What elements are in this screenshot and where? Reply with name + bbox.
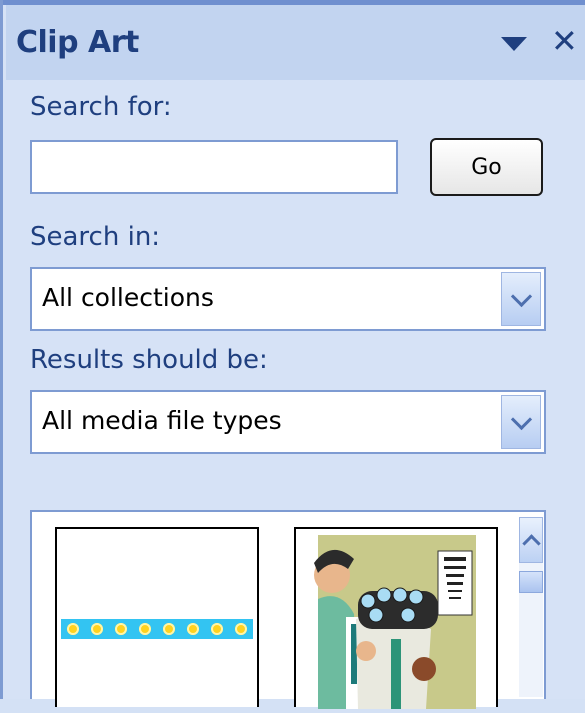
close-icon[interactable]: ✕ [551, 25, 578, 57]
search-in-dropdown[interactable]: All collections [30, 267, 546, 331]
pane-header: Clip Art ✕ [6, 5, 585, 80]
chevron-down-icon [510, 408, 532, 430]
triangle-down-icon[interactable] [501, 37, 527, 51]
scroll-up-button[interactable] [519, 517, 543, 563]
search-in-label: Search in: [30, 222, 161, 252]
pane-title: Clip Art [16, 25, 139, 60]
search-input[interactable] [30, 140, 398, 194]
results-panel [30, 510, 546, 709]
search-for-label: Search for: [30, 92, 172, 122]
results-type-selected: All media file types [42, 406, 282, 435]
results-type-dropdown-button[interactable] [501, 395, 541, 449]
clip-art-task-pane: Clip Art ✕ Search for: Go Search in: All… [0, 0, 585, 709]
chevron-up-icon [521, 533, 541, 553]
results-should-be-label: Results should be: [30, 345, 268, 375]
border-light-bulbs-clip [61, 619, 253, 639]
clip-item-optometrist[interactable] [294, 527, 498, 709]
clip-item-light-bulbs[interactable] [55, 527, 259, 707]
go-button[interactable]: Go [430, 138, 543, 196]
scroll-thumb[interactable] [519, 571, 543, 593]
optometrist-eye-exam-clip [314, 535, 476, 709]
chevron-down-icon [510, 285, 532, 307]
results-type-dropdown[interactable]: All media file types [30, 390, 546, 454]
search-in-dropdown-button[interactable] [501, 272, 541, 326]
search-in-selected: All collections [42, 283, 214, 312]
results-scrollbar[interactable] [519, 517, 543, 697]
